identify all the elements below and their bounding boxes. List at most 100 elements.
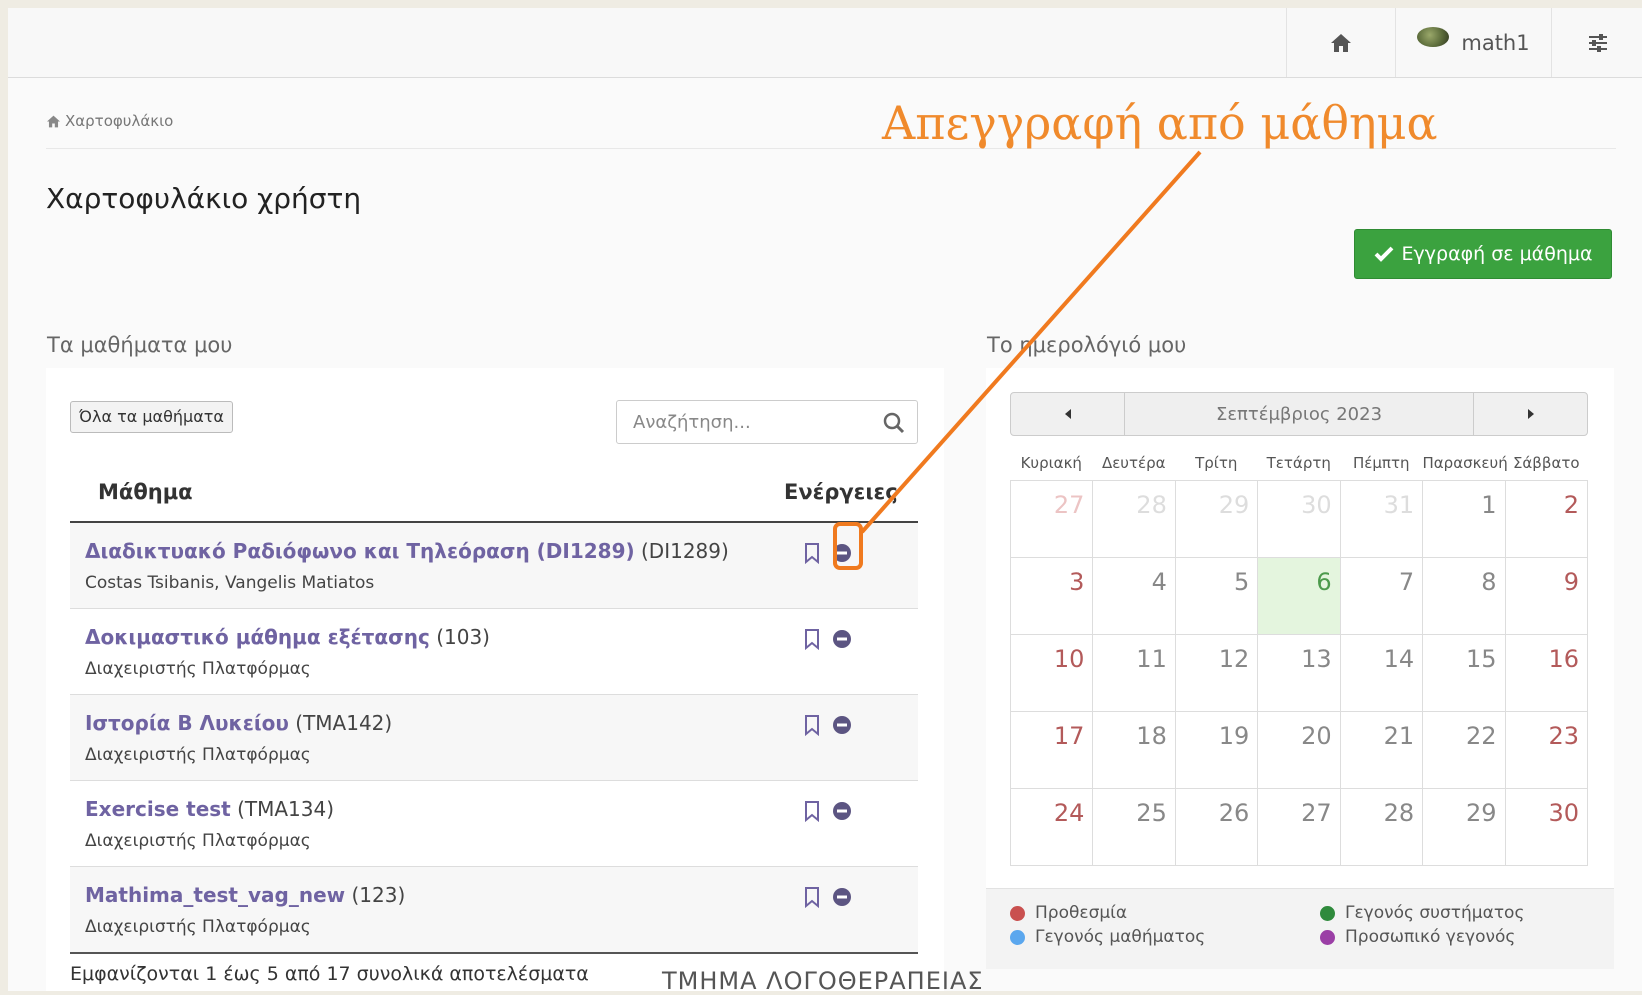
calendar-legend: Προθεσμία Γεγονός μαθήματος Γεγονός συστ… [986,888,1614,969]
calendar-day[interactable]: 7 [1340,558,1424,635]
calendar-day[interactable]: 31 [1340,481,1424,558]
courses-table: Διαδικτυακό Ραδιόφωνο και Τηλεόραση (DI1… [70,523,918,954]
course-instructors: Διαχειριστής Πλατφόρμας [85,917,311,937]
calendar-day[interactable]: 15 [1423,635,1506,712]
calendar-day[interactable]: 28 [1340,789,1424,866]
calendar-day[interactable]: 18 [1093,712,1176,789]
table-row: Διαδικτυακό Ραδιόφωνο και Τηλεόραση (DI1… [70,523,918,609]
calendar-day[interactable]: 4 [1093,558,1176,635]
username: math1 [1461,30,1530,55]
unregister-icon[interactable] [832,887,852,907]
caret-left-icon [1064,409,1071,419]
course-code: (103) [436,625,490,649]
calendar-day[interactable]: 27 [1011,481,1094,558]
calendar-day[interactable]: 10 [1011,635,1094,712]
column-header-actions: Ενέργειες [784,480,898,504]
avatar [1417,26,1450,47]
register-course-label: Εγγραφή σε μάθημα [1401,243,1593,265]
all-courses-button[interactable]: Όλα τα μαθήματα [70,401,233,433]
legend-item: Γεγονός μαθήματος [1010,927,1205,947]
breadcrumb-label[interactable]: Χαρτοφυλάκιο [65,112,173,130]
legend-item: Προσωπικό γεγονός [1320,927,1515,947]
calendar-day[interactable]: 1 [1423,481,1506,558]
calendar-day[interactable]: 17 [1011,712,1094,789]
calendar-day[interactable]: 27 [1258,789,1341,866]
course-code: (TMA142) [295,711,393,735]
weekday-label: Παρασκευή [1422,454,1508,472]
calendar-day[interactable]: 29 [1175,481,1259,558]
user-menu[interactable]: math1 [1395,8,1551,77]
calendar-day[interactable]: 8 [1423,558,1506,635]
calendar-panel: Σεπτέμβριος 2023 Κυριακή Δευτέρα Τρίτη Τ… [986,368,1614,969]
column-header-course[interactable]: Μάθημα [98,480,193,504]
unregister-icon[interactable] [832,801,852,821]
annotation-label: Απεγγραφή από μάθημα [882,96,1438,150]
calendar-day[interactable]: 25 [1093,789,1176,866]
sliders-icon [1588,33,1607,52]
unregister-icon[interactable] [832,629,852,649]
courses-panel: Όλα τα μαθήματα Μάθημα Ενέργειες Διαδικτ… [46,368,944,991]
legend-dot [1010,905,1025,921]
settings-button[interactable] [1551,8,1642,77]
calendar-day[interactable]: 29 [1423,789,1506,866]
legend-dot [1320,905,1335,921]
unregister-icon[interactable] [832,543,852,563]
courses-heading: Τα μαθήματα μου [47,333,233,357]
bookmark-icon[interactable] [803,714,821,736]
legend-dot [1320,929,1335,945]
course-instructors: Costas Tsibanis, Vangelis Matiatos [85,573,375,593]
calendar-day[interactable]: 14 [1340,635,1424,712]
calendar-prev-button[interactable] [1010,392,1125,436]
calendar-next-button[interactable] [1473,392,1588,436]
course-code: (123) [351,883,406,907]
course-instructors: Διαχειριστής Πλατφόρμας [85,831,311,851]
calendar-day[interactable]: 21 [1340,712,1424,789]
calendar-day[interactable]: 30 [1505,789,1588,866]
search-icon[interactable] [883,412,905,434]
course-link[interactable]: Δοκιμαστικό μάθημα εξέτασης [85,625,430,649]
bookmark-icon[interactable] [803,800,821,822]
calendar-day[interactable]: 2 [1505,481,1588,558]
calendar-day[interactable]: 5 [1175,558,1259,635]
home-icon [1331,33,1351,52]
course-link[interactable]: Διαδικτυακό Ραδιόφωνο και Τηλεόραση (DI1… [85,539,635,563]
calendar-day[interactable]: 6 [1258,558,1341,635]
home-button[interactable] [1286,8,1395,77]
search-input[interactable] [631,410,875,434]
bookmark-icon[interactable] [803,542,821,564]
legend-dot [1010,929,1025,945]
course-link[interactable]: Ιστορία Β Λυκείου [85,711,289,735]
calendar-day[interactable]: 30 [1258,481,1341,558]
course-code: (TMA134) [237,797,335,821]
legend-label: Προθεσμία [1035,903,1128,923]
course-link[interactable]: Mathima_test_vag_new [85,883,345,907]
bookmark-icon[interactable] [803,886,821,908]
unregister-icon[interactable] [832,715,852,735]
bookmark-icon[interactable] [803,628,821,650]
calendar-day[interactable]: 24 [1011,789,1094,866]
calendar-day[interactable]: 3 [1011,558,1094,635]
course-link[interactable]: Exercise test [85,797,231,821]
calendar-day[interactable]: 26 [1175,789,1259,866]
weekday-label: Τετάρτη [1266,454,1331,472]
calendar-day[interactable]: 23 [1505,712,1588,789]
search-box[interactable] [616,400,918,444]
page-title: Χαρτοφυλάκιο χρήστη [46,182,362,215]
weekday-label: Πέμπτη [1353,454,1410,472]
register-course-button[interactable]: Εγγραφή σε μάθημα [1354,229,1612,279]
calendar-day[interactable]: 13 [1258,635,1341,712]
breadcrumb[interactable]: Χαρτοφυλάκιο [46,112,173,130]
calendar-day[interactable]: 20 [1258,712,1341,789]
calendar-day[interactable]: 9 [1505,558,1588,635]
calendar-day[interactable]: 11 [1093,635,1176,712]
weekday-label: Τρίτη [1195,454,1238,472]
calendar-day[interactable]: 16 [1505,635,1588,712]
calendar-nav: Σεπτέμβριος 2023 [1010,392,1588,436]
calendar-day[interactable]: 12 [1175,635,1259,712]
calendar-day[interactable]: 19 [1175,712,1259,789]
legend-item: Γεγονός συστήματος [1320,903,1524,923]
calendar-day[interactable]: 22 [1423,712,1506,789]
calendar-day[interactable]: 28 [1093,481,1176,558]
legend-label: Προσωπικό γεγονός [1345,927,1516,947]
caret-right-icon [1527,409,1534,419]
